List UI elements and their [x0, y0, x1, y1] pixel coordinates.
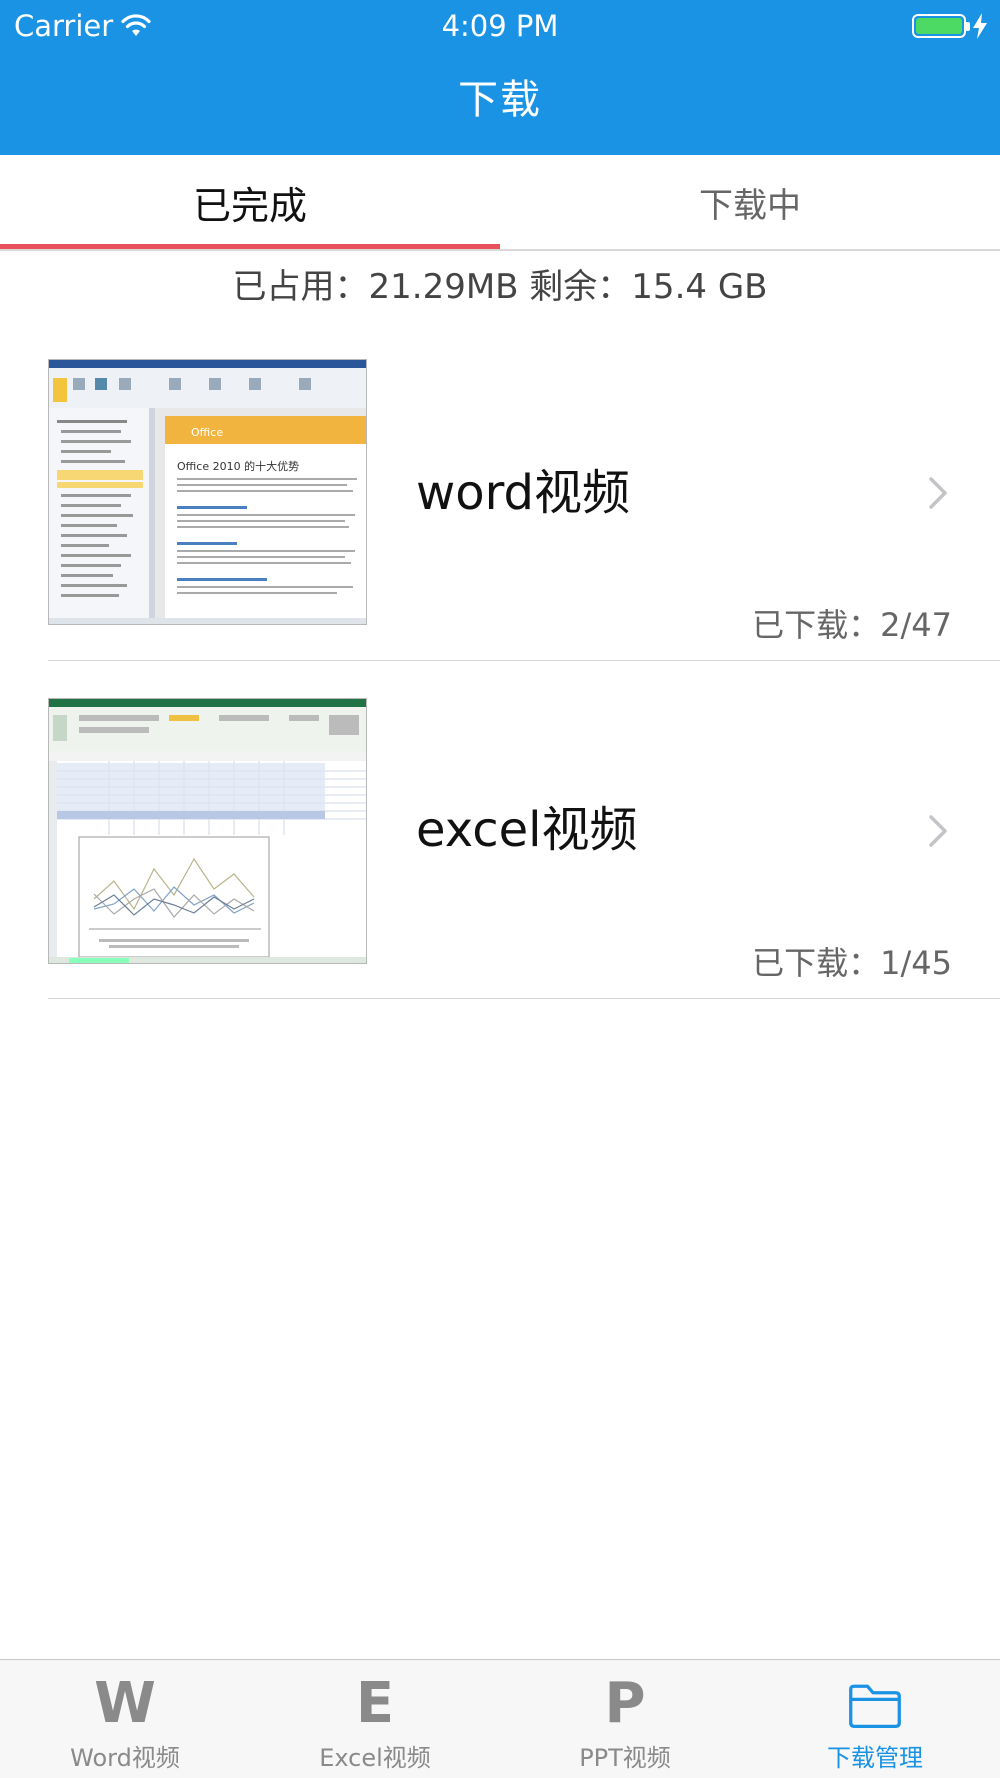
item-title: word视频 — [416, 465, 630, 521]
chevron-right-icon — [929, 477, 947, 509]
download-count: 已下载：2/47 — [752, 606, 952, 644]
item-title: excel视频 — [416, 802, 638, 858]
chevron-right-icon — [929, 815, 947, 847]
storage-usage: 已占用：21.29MB 剩余：15.4 GB — [232, 267, 768, 307]
top-bar: Carrier 4:09 PM 下载 — [0, 0, 1000, 155]
excel-icon: E — [355, 1671, 395, 1736]
list-item-word[interactable]: Office Office 2010 的十大优势 word视频 已下载：2/47 — [48, 323, 1000, 661]
tab-indicator — [0, 244, 500, 249]
battery-icon — [912, 14, 970, 38]
svg-text:Office 2010 的十大优势: Office 2010 的十大优势 — [177, 459, 299, 473]
app-screen: Carrier 4:09 PM 下载 已完成 下载中 已占用：21.29MB 剩… — [0, 0, 1000, 1778]
word-icon: W — [94, 1671, 156, 1736]
tab-downloading[interactable]: 下载中 — [500, 155, 1000, 249]
tab-completed[interactable]: 已完成 — [0, 155, 500, 249]
tabbar-label: Word视频 — [70, 1744, 180, 1772]
tabbar-item-downloads[interactable]: 下载管理 — [750, 1660, 1000, 1778]
ppt-icon: P — [604, 1671, 646, 1736]
folder-icon — [849, 1684, 901, 1729]
tabbar-item-excel[interactable]: E Excel视频 — [250, 1660, 500, 1778]
tabbar-item-word[interactable]: W Word视频 — [0, 1660, 250, 1778]
status-time: 4:09 PM — [441, 9, 559, 43]
word-thumbnail: Office Office 2010 的十大优势 — [48, 359, 367, 625]
segment-tabs: 已完成 下载中 — [0, 155, 1000, 251]
tabbar-label: Excel视频 — [319, 1744, 431, 1772]
download-count: 已下载：1/45 — [752, 944, 952, 982]
page-title: 下载 — [458, 77, 542, 123]
tabbar-label: 下载管理 — [827, 1744, 923, 1772]
charging-bolt-icon — [973, 13, 987, 39]
excel-thumbnail — [48, 698, 367, 964]
bottom-tab-bar: W Word视频 E Excel视频 P PPT视频 下载管理 — [0, 1659, 1000, 1778]
status-battery — [912, 10, 988, 42]
tabbar-label: PPT视频 — [579, 1744, 671, 1772]
tabbar-item-ppt[interactable]: P PPT视频 — [500, 1660, 750, 1778]
list-item-excel[interactable]: excel视频 已下载：1/45 — [48, 661, 1000, 999]
svg-text:Office: Office — [191, 426, 223, 439]
